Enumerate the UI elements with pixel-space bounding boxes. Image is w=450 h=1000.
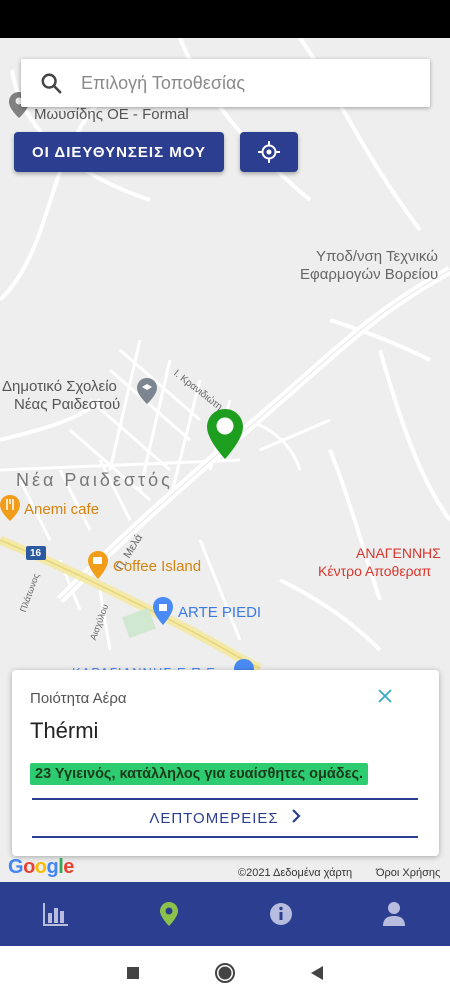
nav-statistics[interactable]: [0, 882, 113, 946]
map-label-anemi[interactable]: Anemi cafe: [24, 501, 99, 518]
search-input[interactable]: [81, 72, 401, 94]
info-icon: [270, 903, 293, 925]
city-name: Thérmi: [30, 718, 99, 743]
nav-profile[interactable]: [338, 882, 450, 946]
air-quality-badge: 23 Υγιεινός, κατάλληλος για ευαίσθητες ο…: [30, 763, 369, 785]
chevron-right-icon: [291, 808, 301, 829]
map-label-arte[interactable]: ARTE PIEDI: [178, 604, 261, 621]
school-pin-icon[interactable]: [136, 377, 158, 405]
close-icon: [378, 689, 392, 703]
my-location-button[interactable]: [240, 132, 298, 172]
status-bar: [0, 0, 450, 38]
map-label-town: Νέα Ραιδεστός: [16, 470, 173, 490]
home-button[interactable]: [179, 962, 271, 984]
map-label-anagennisi[interactable]: ΑΝΑΓΕΝΝΗΣ: [356, 545, 441, 561]
map-label-anagennisi-2[interactable]: Κέντρο Αποθεραπ: [318, 563, 431, 579]
map-label-school-2[interactable]: Νέας Ραιδεστού: [14, 396, 120, 413]
location-search-bar[interactable]: [21, 59, 430, 107]
map-data-credits[interactable]: ©2021 Δεδομένα χάρτη: [238, 867, 352, 879]
aq-value: 23: [35, 766, 52, 782]
back-button[interactable]: [271, 965, 363, 981]
terms-link[interactable]: Όροι Χρήσης: [376, 867, 440, 879]
recents-square-icon: [127, 967, 139, 979]
google-logo: Google: [8, 856, 74, 878]
shopping-pin-icon[interactable]: [152, 596, 174, 626]
app-screen: Μωυσίδης ΟΕ - Formal Υποδ/νση Τεχνικώ Εφ…: [0, 0, 450, 1000]
location-pin-icon: [159, 902, 178, 926]
coffee-pin-icon[interactable]: [87, 550, 109, 580]
home-circle-icon: [215, 963, 235, 983]
back-triangle-icon: [311, 966, 323, 980]
map-label-formal[interactable]: Μωυσίδης ΟΕ - Formal: [34, 106, 189, 123]
aq-description: Υγιεινός, κατάλληλος για ευαίσθητες ομάδ…: [54, 766, 364, 782]
map-label-tech-school-2[interactable]: Εφαρμογών Βορείου: [300, 266, 438, 283]
details-button[interactable]: ΛΕΠΤΟΜΕΡΕΙΕΣ: [32, 798, 418, 838]
map-label-coffee[interactable]: Coffee Island: [113, 558, 201, 575]
air-quality-card: Ποιότητα Αέρα Thérmi 23 Υγιεινός, κατάλλ…: [12, 670, 439, 856]
my-addresses-button[interactable]: ΟΙ ΔΙΕΥΘΥΝΣΕΙΣ ΜΟΥ: [14, 132, 224, 172]
search-icon: [21, 72, 81, 94]
close-button[interactable]: [373, 684, 397, 708]
details-button-label: ΛΕΠΤΟΜΕΡΕΙΕΣ: [149, 809, 279, 827]
card-label: Ποιότητα Αέρα: [30, 690, 127, 707]
map-label-tech-school[interactable]: Υποδ/νση Τεχνικώ: [316, 248, 438, 265]
location-marker-icon[interactable]: [206, 408, 244, 460]
road-number-label: 16: [30, 548, 42, 559]
recents-button[interactable]: [87, 966, 179, 980]
system-navigation-bar: [0, 946, 450, 1000]
nav-map[interactable]: [113, 882, 226, 946]
nav-info[interactable]: [225, 882, 338, 946]
bar-chart-icon: [43, 903, 69, 926]
restaurant-pin-icon[interactable]: [0, 494, 20, 522]
map-label-school[interactable]: Δημοτικό Σχολείο: [2, 378, 117, 395]
bottom-navigation: [0, 882, 450, 946]
gps-crosshair-icon: [258, 141, 280, 163]
person-icon: [382, 902, 405, 926]
